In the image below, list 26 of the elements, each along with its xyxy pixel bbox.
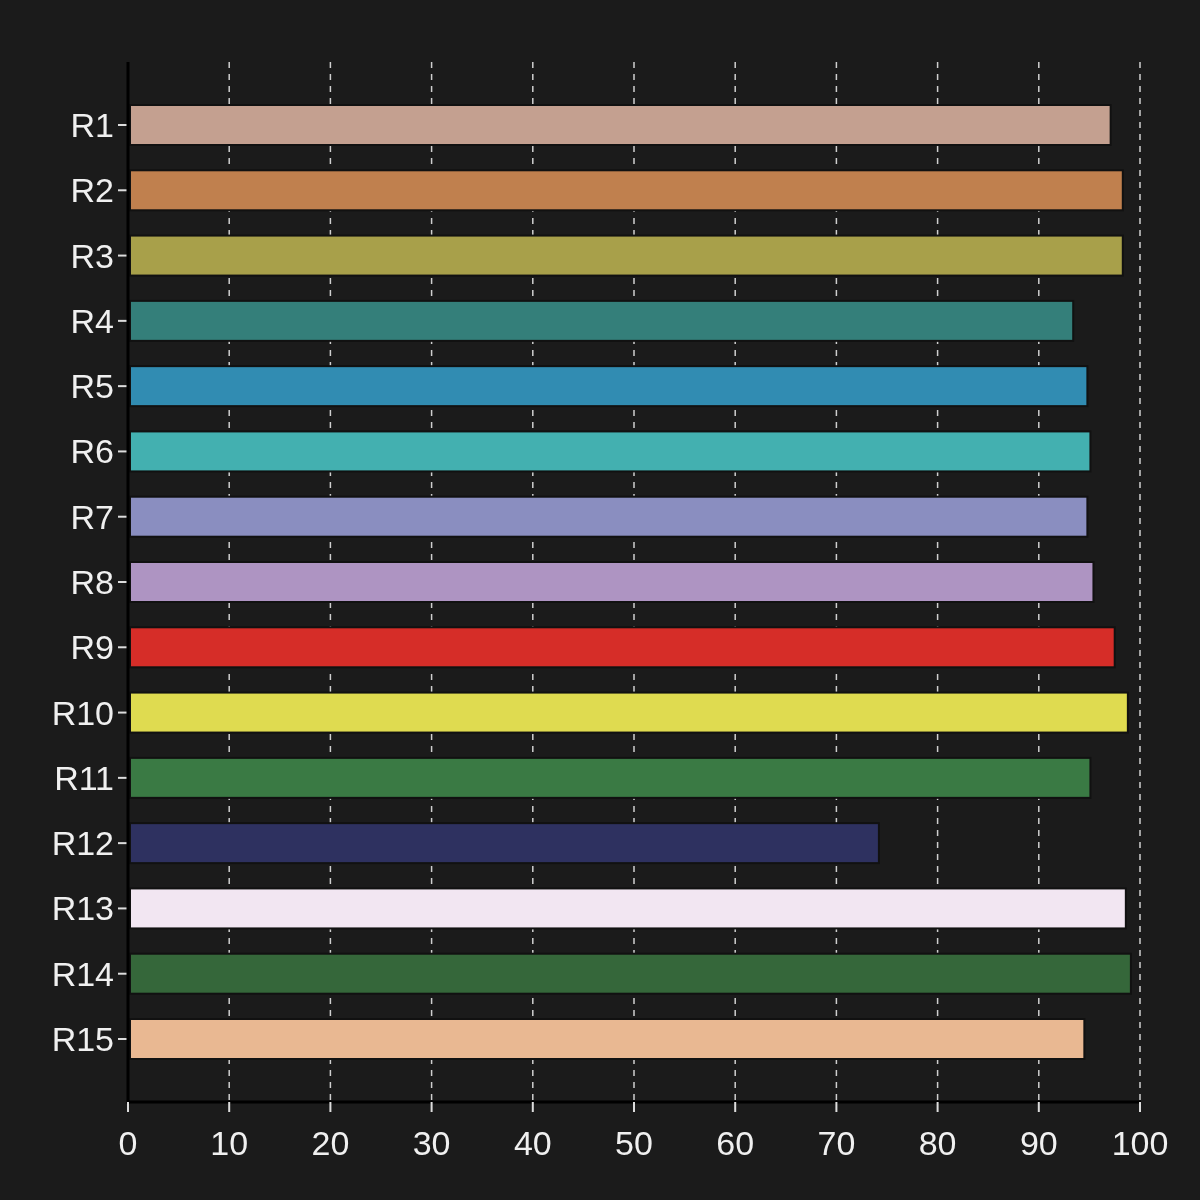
x-tick-label: 30 [412,1124,451,1162]
x-tick-label: 40 [513,1124,552,1162]
y-tick-label: R8 [70,563,114,601]
x-tick-label: 60 [716,1124,755,1162]
x-tick-label: 50 [615,1124,653,1162]
x-tick-label: 0 [118,1124,138,1162]
y-tick-label: R12 [51,824,114,863]
y-tick-label: R9 [70,628,114,667]
y-tick-label: R1 [70,106,114,144]
x-tick-label: 90 [1019,1124,1058,1162]
y-tick-label: R11 [54,758,114,797]
y-tick-label: R3 [70,236,114,275]
y-tick-label: R7 [70,497,114,536]
y-tick-label: R2 [70,171,114,210]
y-tick-label: R13 [51,889,114,928]
x-tick-label: 100 [1111,1124,1169,1162]
x-tick-label: 10 [210,1124,249,1162]
y-tick-label: R5 [70,367,114,406]
x-tick-label: 20 [311,1124,350,1162]
y-tick-label: R15 [51,1020,114,1058]
y-tick-label: R10 [51,693,114,732]
x-tick-label: 80 [918,1124,957,1162]
y-tick-label: R6 [70,432,114,471]
y-tick-label: R4 [70,301,114,340]
x-tick-label: 70 [817,1124,856,1162]
y-tick-label: R14 [51,954,114,993]
